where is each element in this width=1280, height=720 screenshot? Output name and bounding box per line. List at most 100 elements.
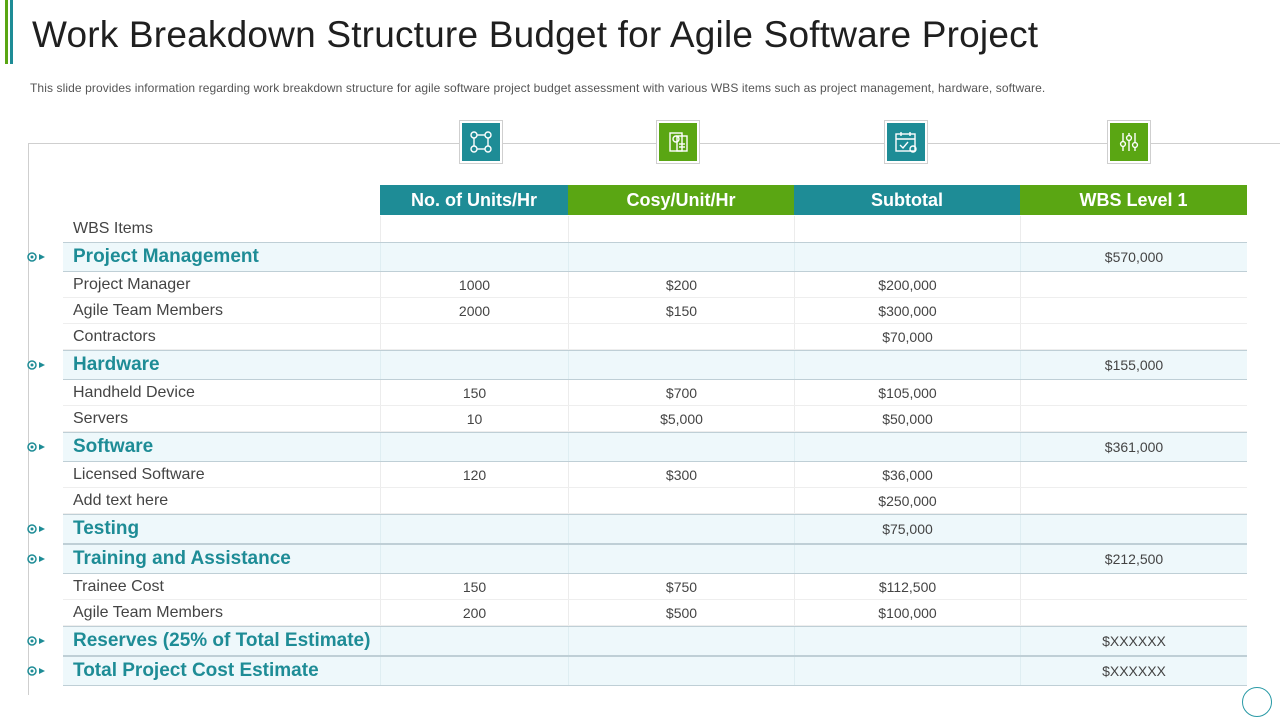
section-marker-icon [27,666,45,676]
units-cell [380,433,568,461]
corner-circle-decoration [1242,687,1272,717]
wbs-level-1-cell [1020,380,1247,405]
table-row: Trainee Cost 150 $750 $112,500 [63,574,1247,600]
section-marker-icon [27,252,45,262]
units-cell: 150 [380,380,568,405]
frame-left-line [28,143,29,695]
section-row: Software $361,000 [63,432,1247,462]
wbs-level-1-cell: $361,000 [1020,433,1247,461]
units-cell: 10 [380,406,568,431]
accent-bar-green [5,0,8,64]
section-row: Testing $75,000 [63,514,1247,544]
row-label: Licensed Software [73,465,205,483]
table-row: Handheld Device 150 $700 $105,000 [63,380,1247,406]
units-cell: 150 [380,574,568,599]
section-row: Hardware $155,000 [63,350,1247,380]
table-row: Servers 10 $5,000 $50,000 [63,406,1247,432]
subtotal-cell [794,657,1020,685]
subtotal-cell: $50,000 [794,406,1020,431]
subtotal-cell [794,243,1020,271]
cost-cell [568,515,794,543]
wbs-level-1-cell: $XXXXXX [1020,657,1247,685]
row-label: Testing [73,518,140,539]
column-header-cost: Cosy/Unit/Hr [568,185,794,215]
section-marker-icon [27,554,45,564]
row-label: Training and Assistance [73,548,291,569]
column-header-wbs-level-1: WBS Level 1 [1020,185,1247,215]
table-row: Project Manager 1000 $200 $200,000 [63,272,1247,298]
wbs-level-1-cell: $212,500 [1020,545,1247,573]
network-icon-box [459,120,503,164]
page-title: Work Breakdown Structure Budget for Agil… [32,14,1039,55]
wbs-level-1-cell [1020,574,1247,599]
wbs-level-1-cell [1020,272,1247,297]
table-row: Contractors $70,000 [63,324,1247,350]
cost-cell [568,545,794,573]
units-cell [380,351,568,379]
budget-document-icon [659,123,697,161]
subtotal-cell: $100,000 [794,600,1020,625]
cost-cell [568,243,794,271]
wbs-level-1-cell: $XXXXXX [1020,627,1247,655]
cost-cell: $200 [568,272,794,297]
cost-cell: $300 [568,462,794,487]
subtotal-cell: $300,000 [794,298,1020,323]
cost-cell [568,324,794,349]
section-marker-icon [27,636,45,646]
units-cell [380,515,568,543]
section-row: Reserves (25% of Total Estimate) $XXXXXX [63,626,1247,656]
settings-sliders-icon [1110,123,1148,161]
units-cell: 120 [380,462,568,487]
wbs-level-1-cell: $155,000 [1020,351,1247,379]
subtotal-cell: $112,500 [794,574,1020,599]
row-label: Servers [73,409,129,427]
row-label: Reserves (25% of Total Estimate) [73,630,371,651]
subtotal-cell [794,351,1020,379]
row-label: Add text here [73,491,169,509]
wbs-level-1-cell [1020,488,1247,513]
units-cell [380,488,568,513]
cost-cell: $150 [568,298,794,323]
subtotal-cell: $36,000 [794,462,1020,487]
row-label: Agile Team Members [73,603,223,621]
units-cell [380,545,568,573]
frame-top-line [28,143,1280,144]
wbs-items-row: WBS Items [63,216,1247,242]
section-marker-icon [27,524,45,534]
page-subtitle: This slide provides information regardin… [30,81,1046,95]
calendar-check-icon [887,123,925,161]
units-cell [380,324,568,349]
row-label: Trainee Cost [73,577,164,595]
section-marker-icon [27,442,45,452]
cost-cell [568,488,794,513]
network-icon [462,123,500,161]
subtotal-cell: $200,000 [794,272,1020,297]
accent-bar-teal [10,0,13,64]
budget-document-icon-box [656,120,700,164]
section-row: Total Project Cost Estimate $XXXXXX [63,656,1247,686]
table-row: Add text here $250,000 [63,488,1247,514]
cost-cell: $5,000 [568,406,794,431]
table-row: Agile Team Members 2000 $150 $300,000 [63,298,1247,324]
cost-cell [568,657,794,685]
subtotal-cell [794,433,1020,461]
subtotal-cell: $105,000 [794,380,1020,405]
row-label: Project Manager [73,275,191,293]
units-cell: 1000 [380,272,568,297]
cost-cell: $750 [568,574,794,599]
row-label: Contractors [73,327,156,345]
section-row: Project Management $570,000 [63,242,1247,272]
wbs-level-1-cell: $570,000 [1020,243,1247,271]
column-header-subtotal: Subtotal [794,185,1020,215]
units-cell: 200 [380,600,568,625]
units-cell [380,627,568,655]
units-cell: 2000 [380,298,568,323]
row-label: Agile Team Members [73,301,223,319]
cost-cell: $500 [568,600,794,625]
cost-cell [568,433,794,461]
table-row: Licensed Software 120 $300 $36,000 [63,462,1247,488]
table-row: Agile Team Members 200 $500 $100,000 [63,600,1247,626]
settings-sliders-icon-box [1107,120,1151,164]
subtotal-cell [794,627,1020,655]
wbs-level-1-cell [1020,515,1247,543]
